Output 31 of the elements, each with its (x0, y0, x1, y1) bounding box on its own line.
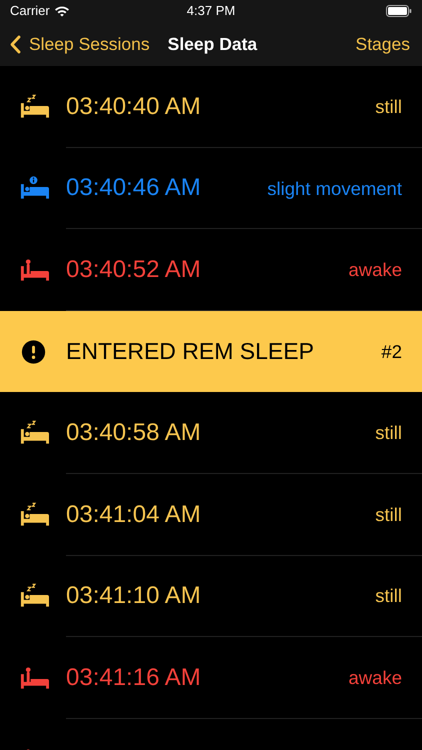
carrier-label: Carrier (10, 2, 50, 20)
state-label: awake (348, 258, 402, 282)
sleeping-bed-icon (19, 94, 49, 120)
stages-button[interactable]: Stages (356, 30, 410, 58)
status-time: 4:37 PM (186, 2, 236, 20)
bed-info-icon (19, 175, 49, 202)
back-button[interactable]: Sleep Sessions (10, 30, 150, 58)
state-label: slight movement (267, 176, 402, 201)
time-label: 03:40:52 AM (66, 254, 202, 285)
person-sitting-bed-icon (19, 256, 49, 283)
state-label: still (375, 94, 402, 119)
state-label: awake (348, 666, 402, 690)
chevron-left-icon (10, 34, 21, 54)
time-label: 03:41:10 AM (66, 581, 202, 612)
sleeping-bed-icon (19, 583, 49, 610)
time-label: 03:40:46 AM (66, 173, 202, 204)
person-sitting-bed-icon (19, 664, 49, 691)
time-label: 03:40:40 AM (66, 92, 202, 122)
wifi-icon (54, 5, 70, 17)
sleeping-bed-icon (19, 502, 49, 528)
state-label: still (375, 584, 402, 608)
sleeping-bed-icon (19, 420, 49, 446)
time-label: 03:40:58 AM (66, 418, 202, 448)
screen-title: Sleep Data (168, 32, 258, 56)
event-title: ENTERED REM SLEEP (66, 337, 315, 366)
time-label: 03:41:16 AM (66, 662, 202, 693)
battery-icon (386, 5, 412, 17)
time-label: 03:41:04 AM (66, 500, 202, 530)
event-number: #2 (381, 340, 402, 364)
state-label: still (375, 502, 402, 527)
state-label: still (375, 421, 402, 446)
